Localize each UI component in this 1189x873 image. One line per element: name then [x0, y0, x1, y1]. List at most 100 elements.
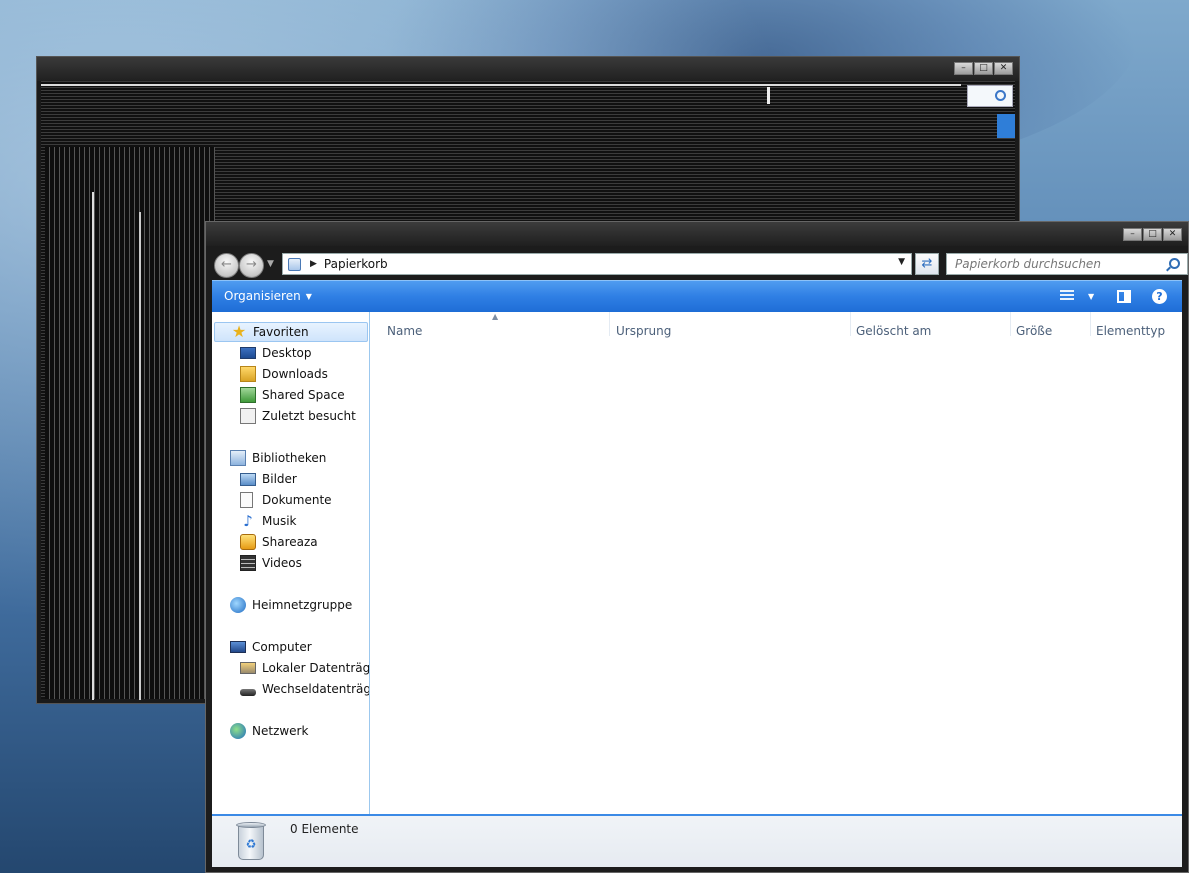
recycle-bin-icon: ♻ — [234, 820, 268, 862]
nav-item-shareaza[interactable]: Shareaza — [240, 532, 318, 552]
nav-item-music[interactable]: ♪ Musik — [240, 511, 297, 531]
chevron-down-icon[interactable]: ▼ — [1088, 292, 1094, 301]
column-header-size[interactable]: Größe — [1016, 324, 1052, 344]
forward-button[interactable]: → — [239, 253, 264, 278]
nav-item-label: Shareaza — [262, 535, 318, 549]
glitch-vline — [139, 212, 141, 700]
nav-item-label: Computer — [252, 640, 312, 654]
item-count: 0 Elemente — [290, 822, 359, 836]
search-box[interactable] — [946, 253, 1188, 275]
nav-item-desktop[interactable]: Desktop — [240, 343, 312, 363]
file-list[interactable]: ▲ Name Ursprung Gelöscht am Größe Elemen… — [370, 312, 1182, 814]
removable-drive-icon — [240, 688, 256, 696]
nav-item-label: Bilder — [262, 472, 297, 486]
search-input[interactable] — [955, 257, 1155, 271]
maximize-button[interactable]: □ — [1143, 228, 1162, 241]
minimize-button[interactable]: – — [1123, 228, 1142, 241]
chevron-down-icon: ▼ — [305, 291, 312, 301]
desktop-icon — [240, 347, 256, 359]
nav-item-pictures[interactable]: Bilder — [240, 469, 297, 489]
maximize-button[interactable]: □ — [974, 62, 993, 75]
back-button[interactable]: ← — [214, 253, 239, 278]
nav-item-label: Videos — [262, 556, 302, 570]
window-controls: – □ ✕ — [1123, 228, 1182, 241]
address-row: ← → ▼ ▶ Papierkorb ▼ ⇄ — [212, 249, 1188, 279]
background-search-box[interactable] — [967, 85, 1013, 107]
nav-item-removable-disk[interactable]: Wechseldatenträge — [240, 679, 370, 699]
nav-item-documents[interactable]: Dokumente — [240, 490, 332, 510]
column-header-item-type[interactable]: Elementtyp — [1096, 324, 1165, 344]
nav-item-favorites[interactable]: ★ Favoriten — [214, 322, 368, 342]
network-icon — [230, 723, 246, 739]
nav-item-label: Musik — [262, 514, 297, 528]
help-icon[interactable]: ? — [1152, 289, 1167, 304]
nav-item-recent-places[interactable]: Zuletzt besucht — [240, 406, 356, 426]
shared-space-icon — [240, 387, 256, 403]
organize-button[interactable]: Organisieren ▼ — [224, 289, 312, 303]
nav-item-label: Desktop — [262, 346, 312, 360]
pictures-library-icon — [240, 472, 256, 486]
nav-item-shared-space[interactable]: Shared Space — [240, 385, 345, 405]
column-header-name[interactable]: Name — [387, 324, 422, 344]
recycle-bin-lid — [236, 822, 266, 828]
background-window-titlebar[interactable]: – □ ✕ — [37, 57, 1019, 81]
glitch-line — [41, 84, 961, 86]
minimize-button[interactable]: – — [954, 62, 973, 75]
recent-pages-dropdown[interactable]: ▼ — [267, 259, 274, 269]
close-button[interactable]: ✕ — [1163, 228, 1182, 241]
computer-icon — [230, 641, 246, 653]
nav-item-label: Netzwerk — [252, 724, 309, 738]
nav-item-label: Heimnetzgruppe — [252, 598, 353, 612]
recent-places-icon — [240, 408, 256, 424]
background-window-controls: – □ ✕ — [954, 62, 1013, 75]
close-button[interactable]: ✕ — [994, 62, 1013, 75]
nav-item-network[interactable]: Netzwerk — [230, 721, 308, 741]
background-toolbar-fragment — [997, 114, 1015, 138]
recycle-symbol-icon: ♻ — [245, 837, 257, 851]
refresh-icon: ⇄ — [921, 256, 933, 271]
downloads-folder-icon — [240, 366, 256, 382]
glitched-columns — [45, 147, 215, 699]
music-note-icon: ♪ — [243, 512, 253, 530]
nav-item-label: Dokumente — [262, 493, 332, 507]
view-list-icon — [1060, 290, 1074, 302]
details-pane: ♻ 0 Elemente — [212, 814, 1182, 867]
nav-item-label: Zuletzt besucht — [262, 409, 356, 423]
nav-item-videos[interactable]: Videos — [240, 553, 302, 573]
navigation-pane: ★ Favoriten Desktop Downloads Shared Spa… — [212, 312, 370, 814]
nav-item-downloads[interactable]: Downloads — [240, 364, 328, 384]
nav-item-label: Bibliotheken — [252, 451, 327, 465]
arrow-left-icon: ← — [221, 257, 232, 272]
libraries-icon — [230, 450, 246, 466]
nav-item-label: Wechseldatenträge — [262, 682, 370, 696]
search-icon[interactable] — [1169, 258, 1180, 269]
sort-ascending-icon: ▲ — [492, 312, 499, 321]
address-bar[interactable]: ▶ Papierkorb ▼ — [282, 253, 912, 275]
local-disk-icon — [240, 662, 256, 674]
explorer-window[interactable]: – □ ✕ ← → ▼ ▶ Papierkorb ▼ ⇄ Organisiere… — [205, 221, 1189, 873]
film-strip-icon — [240, 555, 256, 571]
column-divider[interactable] — [850, 312, 851, 336]
nav-item-local-disk[interactable]: Lokaler Datenträger — [240, 658, 369, 678]
breadcrumb-chevron-icon[interactable]: ▶ — [310, 259, 317, 269]
nav-item-label: Favoriten — [253, 325, 309, 339]
address-history-dropdown[interactable]: ▼ — [898, 257, 905, 267]
nav-item-label: Shared Space — [262, 388, 345, 402]
explorer-titlebar[interactable]: – □ ✕ — [206, 222, 1188, 246]
search-icon — [995, 90, 1006, 101]
nav-item-homegroup[interactable]: Heimnetzgruppe — [230, 595, 352, 615]
preview-pane-icon[interactable] — [1117, 290, 1131, 303]
organize-label: Organisieren — [224, 289, 301, 303]
refresh-button[interactable]: ⇄ — [915, 253, 939, 275]
nav-item-libraries[interactable]: Bibliotheken — [230, 448, 326, 468]
shareaza-icon — [240, 534, 256, 550]
column-header-origin[interactable]: Ursprung — [616, 324, 671, 344]
column-divider[interactable] — [1090, 312, 1091, 336]
nav-item-computer[interactable]: Computer — [230, 637, 312, 657]
recycle-bin-small-icon — [288, 257, 301, 271]
breadcrumb-item[interactable]: Papierkorb — [324, 257, 388, 271]
column-divider[interactable] — [609, 312, 610, 336]
column-header-date-deleted[interactable]: Gelöscht am — [856, 324, 931, 344]
change-view-button[interactable]: ▼ — [1060, 290, 1094, 302]
column-divider[interactable] — [1010, 312, 1011, 336]
